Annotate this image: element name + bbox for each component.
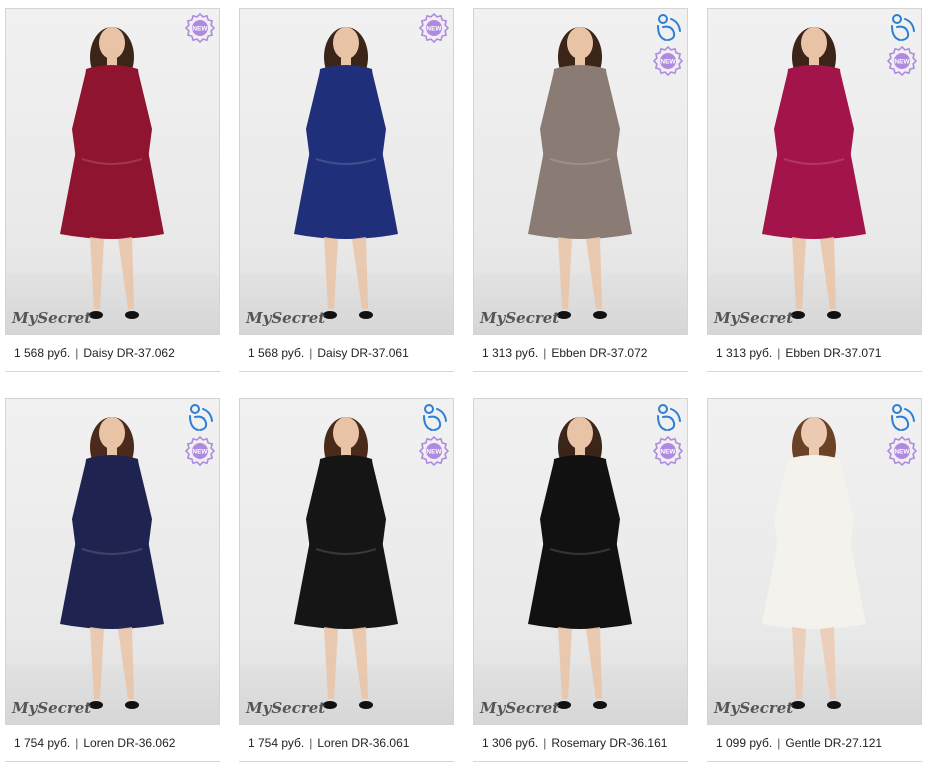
caption-separator: | [309, 346, 313, 360]
brand-logo: MySecret [480, 699, 560, 717]
product-caption[interactable]: 1 754 руб. | Loren DR-36.061 [239, 725, 454, 762]
product-caption[interactable]: 1 754 руб. | Loren DR-36.062 [5, 725, 220, 762]
product-caption[interactable]: 1 568 руб. | Daisy DR-37.062 [5, 335, 220, 372]
product-badges: NEW [185, 403, 215, 466]
product-card[interactable]: MySecret NEW 1 099 руб. | Gentle DR-27.121 [707, 398, 922, 762]
new-badge-icon: NEW [653, 436, 683, 466]
pregnancy-icon [657, 14, 681, 41]
product-grid: MySecret NEW 1 568 руб. | Daisy DR-37.062 … [0, 0, 927, 765]
caption-separator: | [75, 736, 79, 750]
product-caption[interactable]: 1 313 руб. | Ebben DR-37.072 [473, 335, 688, 372]
product-image[interactable]: MySecret NEW [239, 398, 454, 725]
product-badges: NEW [887, 403, 917, 466]
product-name[interactable]: Daisy DR-37.062 [83, 346, 174, 360]
product-image[interactable]: MySecret NEW [5, 8, 220, 335]
caption-separator: | [309, 736, 313, 750]
caption-separator: | [777, 346, 781, 360]
brand-logo: MySecret [12, 309, 92, 327]
new-badge-icon: NEW [419, 13, 449, 43]
new-badge-icon: NEW [185, 436, 215, 466]
brand-logo: MySecret [714, 699, 794, 717]
product-image[interactable]: MySecret NEW [473, 398, 688, 725]
product-image[interactable]: MySecret NEW [707, 8, 922, 335]
product-name[interactable]: Rosemary DR-36.161 [551, 736, 667, 750]
product-image[interactable]: MySecret NEW [5, 398, 220, 725]
svg-text:NEW: NEW [660, 59, 676, 66]
product-card[interactable]: MySecret NEW 1 568 руб. | Daisy DR-37.061 [239, 8, 454, 372]
svg-text:NEW: NEW [192, 26, 208, 33]
product-card[interactable]: MySecret NEW 1 313 руб. | Ebben DR-37.072 [473, 8, 688, 372]
product-caption[interactable]: 1 099 руб. | Gentle DR-27.121 [707, 725, 922, 762]
product-card[interactable]: MySecret NEW 1 313 руб. | Ebben DR-37.071 [707, 8, 922, 372]
product-badges: NEW [419, 13, 449, 43]
product-price: 1 754 руб. [14, 736, 71, 750]
product-name[interactable]: Loren DR-36.062 [83, 736, 175, 750]
pregnancy-icon [891, 404, 915, 431]
product-price: 1 306 руб. [482, 736, 539, 750]
pregnancy-icon [657, 404, 681, 431]
product-badges: NEW [419, 403, 449, 466]
product-name[interactable]: Ebben DR-37.072 [551, 346, 647, 360]
product-name[interactable]: Daisy DR-37.061 [317, 346, 408, 360]
product-price: 1 313 руб. [716, 346, 773, 360]
new-badge-icon: NEW [419, 436, 449, 466]
pregnancy-icon [189, 404, 213, 431]
product-price: 1 568 руб. [248, 346, 305, 360]
product-card[interactable]: MySecret NEW 1 568 руб. | Daisy DR-37.062 [5, 8, 220, 372]
svg-text:NEW: NEW [426, 449, 442, 456]
product-name[interactable]: Loren DR-36.061 [317, 736, 409, 750]
svg-text:NEW: NEW [426, 26, 442, 33]
product-caption[interactable]: 1 568 руб. | Daisy DR-37.061 [239, 335, 454, 372]
product-card[interactable]: MySecret NEW 1 306 руб. | Rosemary DR-36.1… [473, 398, 688, 762]
product-card[interactable]: MySecret NEW 1 754 руб. | Loren DR-36.062 [5, 398, 220, 762]
product-caption[interactable]: 1 313 руб. | Ebben DR-37.071 [707, 335, 922, 372]
caption-separator: | [543, 736, 547, 750]
model-photo [294, 27, 398, 319]
product-badges: NEW [653, 403, 683, 466]
product-image[interactable]: MySecret NEW [473, 8, 688, 335]
model-photo [60, 27, 164, 319]
product-caption[interactable]: 1 306 руб. | Rosemary DR-36.161 [473, 725, 688, 762]
product-badges: NEW [887, 13, 917, 76]
svg-text:NEW: NEW [894, 449, 910, 456]
product-badges: NEW [653, 13, 683, 76]
new-badge-icon: NEW [887, 436, 917, 466]
product-price: 1 099 руб. [716, 736, 773, 750]
svg-text:NEW: NEW [192, 449, 208, 456]
caption-separator: | [777, 736, 781, 750]
product-name[interactable]: Gentle DR-27.121 [785, 736, 882, 750]
svg-text:NEW: NEW [660, 449, 676, 456]
brand-logo: MySecret [246, 699, 326, 717]
product-card[interactable]: MySecret NEW 1 754 руб. | Loren DR-36.061 [239, 398, 454, 762]
caption-separator: | [543, 346, 547, 360]
product-name[interactable]: Ebben DR-37.071 [785, 346, 881, 360]
product-image[interactable]: MySecret NEW [707, 398, 922, 725]
product-badges: NEW [185, 13, 215, 43]
new-badge-icon: NEW [887, 46, 917, 76]
brand-logo: MySecret [714, 309, 794, 327]
product-image[interactable]: MySecret NEW [239, 8, 454, 335]
product-price: 1 754 руб. [248, 736, 305, 750]
product-price: 1 568 руб. [14, 346, 71, 360]
new-badge-icon: NEW [185, 13, 215, 43]
pregnancy-icon [891, 14, 915, 41]
brand-logo: MySecret [480, 309, 560, 327]
new-badge-icon: NEW [653, 46, 683, 76]
svg-text:NEW: NEW [894, 59, 910, 66]
brand-logo: MySecret [12, 699, 92, 717]
brand-logo: MySecret [246, 309, 326, 327]
product-price: 1 313 руб. [482, 346, 539, 360]
pregnancy-icon [423, 404, 447, 431]
caption-separator: | [75, 346, 79, 360]
